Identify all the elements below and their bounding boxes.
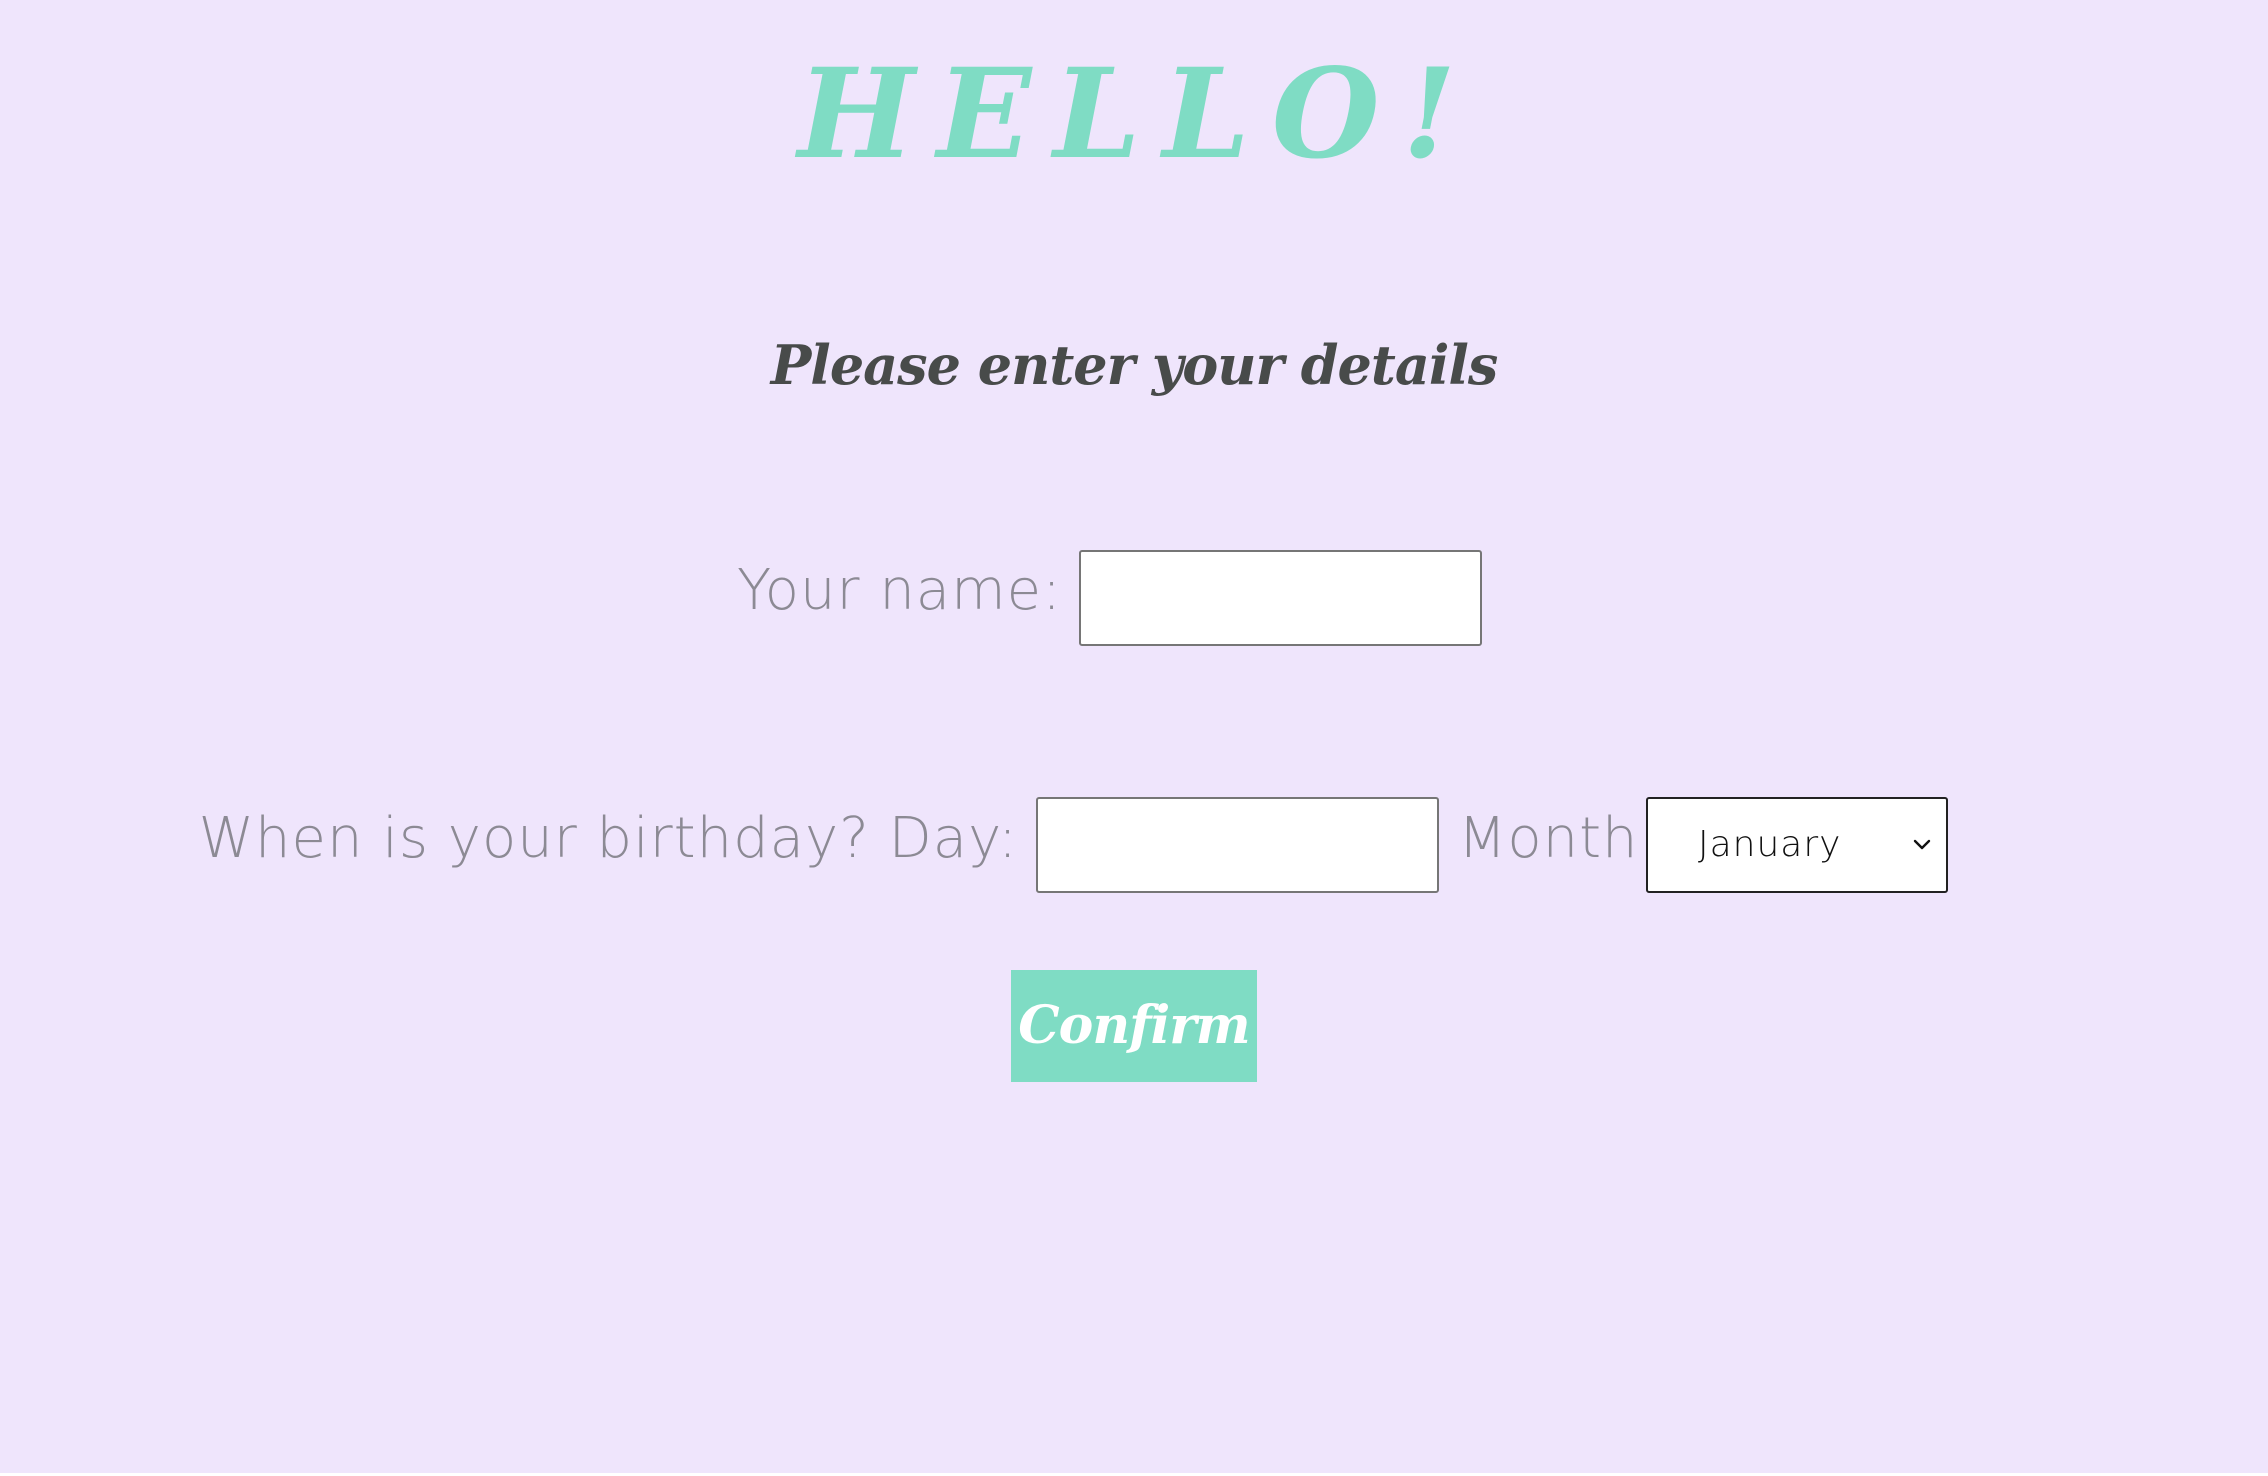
confirm-button[interactable]: Confirm — [1011, 970, 1257, 1082]
month-selected-value: January — [1698, 824, 1842, 865]
birthday-day-label: When is your birthday? Day: — [198, 806, 1018, 871]
page-title: HELLO! — [797, 42, 1479, 187]
name-label: Your name: — [736, 558, 1062, 623]
page-subtitle: Please enter your details — [770, 333, 1499, 397]
name-input[interactable] — [1079, 550, 1482, 646]
day-input[interactable] — [1036, 797, 1439, 893]
month-select[interactable]: January — [1646, 797, 1948, 893]
chevron-down-icon — [1913, 839, 1931, 850]
month-label: Month: — [1458, 806, 1659, 871]
